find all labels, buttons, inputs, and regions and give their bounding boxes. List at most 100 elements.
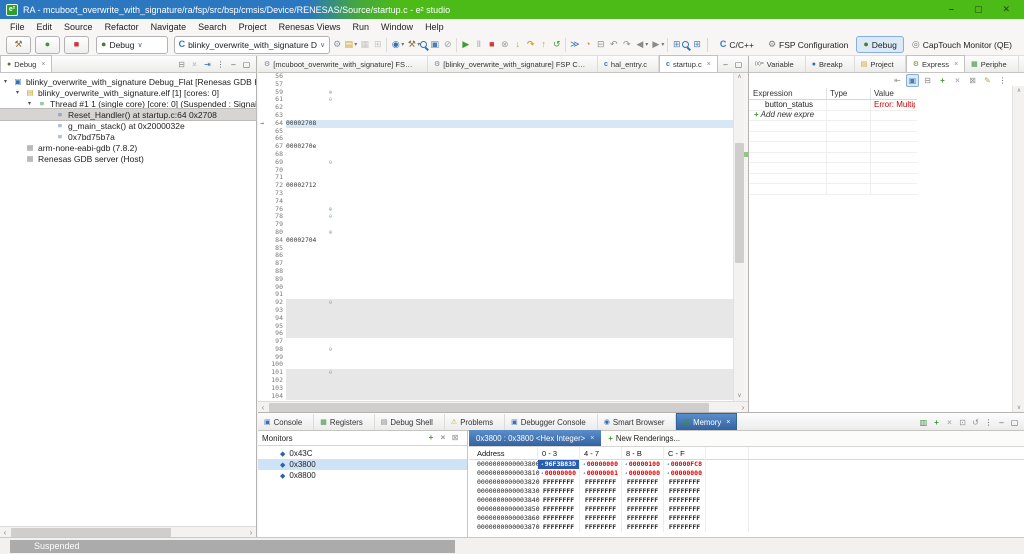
monitor-item[interactable]: ◆ 0x3800: [258, 459, 467, 470]
fold-icon[interactable]: [326, 252, 335, 260]
step-into-icon[interactable]: ↓: [510, 37, 523, 53]
code-line[interactable]: 57: [258, 81, 733, 89]
code-line[interactable]: 76 ⊕ * Default exception handler.□: [258, 206, 733, 214]
memory-cell[interactable]: FFFFFFFF: [538, 505, 580, 514]
memory-cell[interactable]: FFFFFFFF: [580, 478, 622, 487]
fold-icon[interactable]: [326, 167, 335, 175]
fold-icon[interactable]: [326, 198, 335, 206]
debug-tree-row[interactable]: ≡ g_main_stack() at 0x2000032e: [0, 120, 256, 131]
remove-all-expressions-icon[interactable]: ⊠: [966, 74, 979, 87]
code-line[interactable]: 69 ⊖ while (1): [258, 159, 733, 167]
menu-item[interactable]: Renesas Views: [273, 22, 347, 32]
memory-address[interactable]: 0000000000003840: [469, 496, 538, 505]
view-tab[interactable]: ● Breakp: [806, 56, 855, 72]
memory-cell[interactable]: FFFFFFFF: [664, 478, 706, 487]
profile-icon[interactable]: ◔: [580, 37, 593, 53]
debug-tree-row[interactable]: ▦ arm-none-eabi-gdb (7.8.2): [0, 142, 256, 153]
code-line[interactable]: 79 {: [258, 221, 733, 229]
fold-icon[interactable]: ⊖: [326, 369, 335, 377]
fold-icon[interactable]: [326, 323, 335, 331]
view-tab[interactable]: (x)= Variable: [749, 56, 806, 72]
fold-icon[interactable]: [326, 174, 335, 182]
memory-address[interactable]: 0000000000003810: [469, 469, 538, 478]
save-all-icon[interactable]: ⊞: [370, 37, 383, 53]
expression-row[interactable]: +Add new expre: [749, 111, 917, 122]
restore-button[interactable]: ▢: [974, 4, 983, 15]
memory-cell[interactable]: FFFFFFFF: [622, 505, 664, 514]
debug-bug-button[interactable]: ●: [35, 36, 60, 54]
build-hammer-button[interactable]: ⚒: [6, 36, 31, 54]
fold-icon[interactable]: [326, 385, 335, 393]
memory-cell[interactable]: FFFFFFFF: [664, 505, 706, 514]
menu-item[interactable]: File: [4, 22, 31, 32]
bottom-tab[interactable]: ▦ Registers: [314, 414, 375, 430]
fold-icon[interactable]: [326, 237, 335, 245]
memory-cell[interactable]: FFFFFFFF: [622, 487, 664, 496]
fold-icon[interactable]: [326, 120, 335, 128]
memory-cell[interactable]: ▴00000000: [664, 469, 706, 478]
memory-cell[interactable]: ▴00000100: [622, 460, 664, 469]
code-line[interactable]: 89 BSP_PLACE_IN_SECTION(BSP_SECTION_STAC…: [258, 276, 733, 284]
maximize-icon[interactable]: ▢: [732, 58, 745, 72]
memory-cell[interactable]: FFFFFFFF: [580, 514, 622, 523]
memory-cell[interactable]: ▴00000000: [622, 469, 664, 478]
memory-cell[interactable]: FFFFFFFF: [664, 523, 706, 532]
menu-item[interactable]: Source: [58, 22, 99, 32]
debug-tree-row[interactable]: ▾ ≡ Thread #1 1 (single core) [core: 0] …: [0, 98, 256, 109]
menu-item[interactable]: Window: [375, 22, 419, 32]
remove-terminated-icon[interactable]: ×: [188, 58, 201, 72]
code-line[interactable]: 99 * these exceptions in their code they…: [258, 354, 733, 362]
resume-icon[interactable]: ▶: [458, 37, 471, 53]
code-line[interactable]: 66 /* Call user application. */: [258, 135, 733, 143]
memory-cell[interactable]: FFFFFFFF: [538, 487, 580, 496]
open-perspective-icon[interactable]: ⊞: [693, 40, 701, 49]
view-tab[interactable]: ▥ IO Regi: [1019, 56, 1024, 72]
close-button[interactable]: ✕: [1002, 4, 1010, 15]
debug-config-icon[interactable]: ◉▾: [388, 37, 404, 53]
fold-icon[interactable]: [326, 307, 335, 315]
memory-cell[interactable]: FFFFFFFF: [664, 487, 706, 496]
debug-tree-row[interactable]: ▾ ▤ blinky_overwrite_with_signature.elf …: [0, 87, 256, 98]
disconnect-icon[interactable]: ⊗: [497, 37, 510, 53]
fold-icon[interactable]: [326, 393, 335, 401]
memory-cell[interactable]: ▴00000000: [580, 460, 622, 469]
memory-cell[interactable]: FFFFFFFF: [538, 523, 580, 532]
code-line[interactable]: 67 0000270e main();: [258, 143, 733, 151]
fold-icon[interactable]: [326, 143, 335, 151]
debug-tree-row[interactable]: ≡ 0x7bd75b7a: [0, 131, 256, 142]
perspective-debug[interactable]: ● Debug: [856, 36, 904, 53]
forward-icon[interactable]: ▶▾: [648, 37, 664, 53]
fold-icon[interactable]: [326, 151, 335, 159]
expander-icon[interactable]: ▾: [16, 89, 25, 96]
new-wizard-icon[interactable]: ▤▾: [341, 37, 357, 53]
fold-icon[interactable]: ⊕: [326, 206, 335, 214]
fold-icon[interactable]: [326, 221, 335, 229]
code-line[interactable]: 84 00002704 BSP_CFG_HANDLE_UNRECOVERABLE…: [258, 237, 733, 245]
monitor-item[interactable]: ◆ 0x43C: [258, 448, 467, 459]
add-rendering-icon[interactable]: +: [930, 416, 943, 430]
launch-config-dropdown[interactable]: C blinky_overwrite_with_signature D ∨: [174, 36, 331, 54]
memory-cell[interactable]: FFFFFFFF: [538, 514, 580, 523]
save-icon[interactable]: ▦: [357, 37, 370, 53]
editor-tab[interactable]: ⚙ [mcuboot_overwrite_with_signature] FSP…: [258, 56, 428, 72]
expander-icon[interactable]: ▾: [4, 78, 13, 85]
code-line[interactable]: 63 /* Initialize system using BSP. */: [258, 112, 733, 120]
expression-row[interactable]: [749, 184, 917, 195]
menu-item[interactable]: Run: [347, 22, 376, 32]
code-line[interactable]: 62 {: [258, 104, 733, 112]
column-expression[interactable]: Expression: [749, 88, 827, 99]
fold-icon[interactable]: [326, 81, 335, 89]
code-line[interactable]: 74: [258, 198, 733, 206]
memory-address[interactable]: 0000000000003850: [469, 505, 538, 514]
view-menu-icon[interactable]: ⋮: [214, 58, 227, 72]
fold-icon[interactable]: [326, 112, 335, 120]
fold-icon[interactable]: [326, 190, 335, 198]
fold-icon[interactable]: [326, 361, 335, 369]
fold-icon[interactable]: [326, 284, 335, 292]
step-return-icon[interactable]: ↑: [536, 37, 549, 53]
memory-address[interactable]: 0000000000003860: [469, 514, 538, 523]
memory-cell[interactable]: FFFFFFFF: [580, 505, 622, 514]
close-icon[interactable]: ×: [726, 419, 730, 426]
step-over-icon[interactable]: ↷: [523, 37, 536, 53]
fold-icon[interactable]: [326, 260, 335, 268]
